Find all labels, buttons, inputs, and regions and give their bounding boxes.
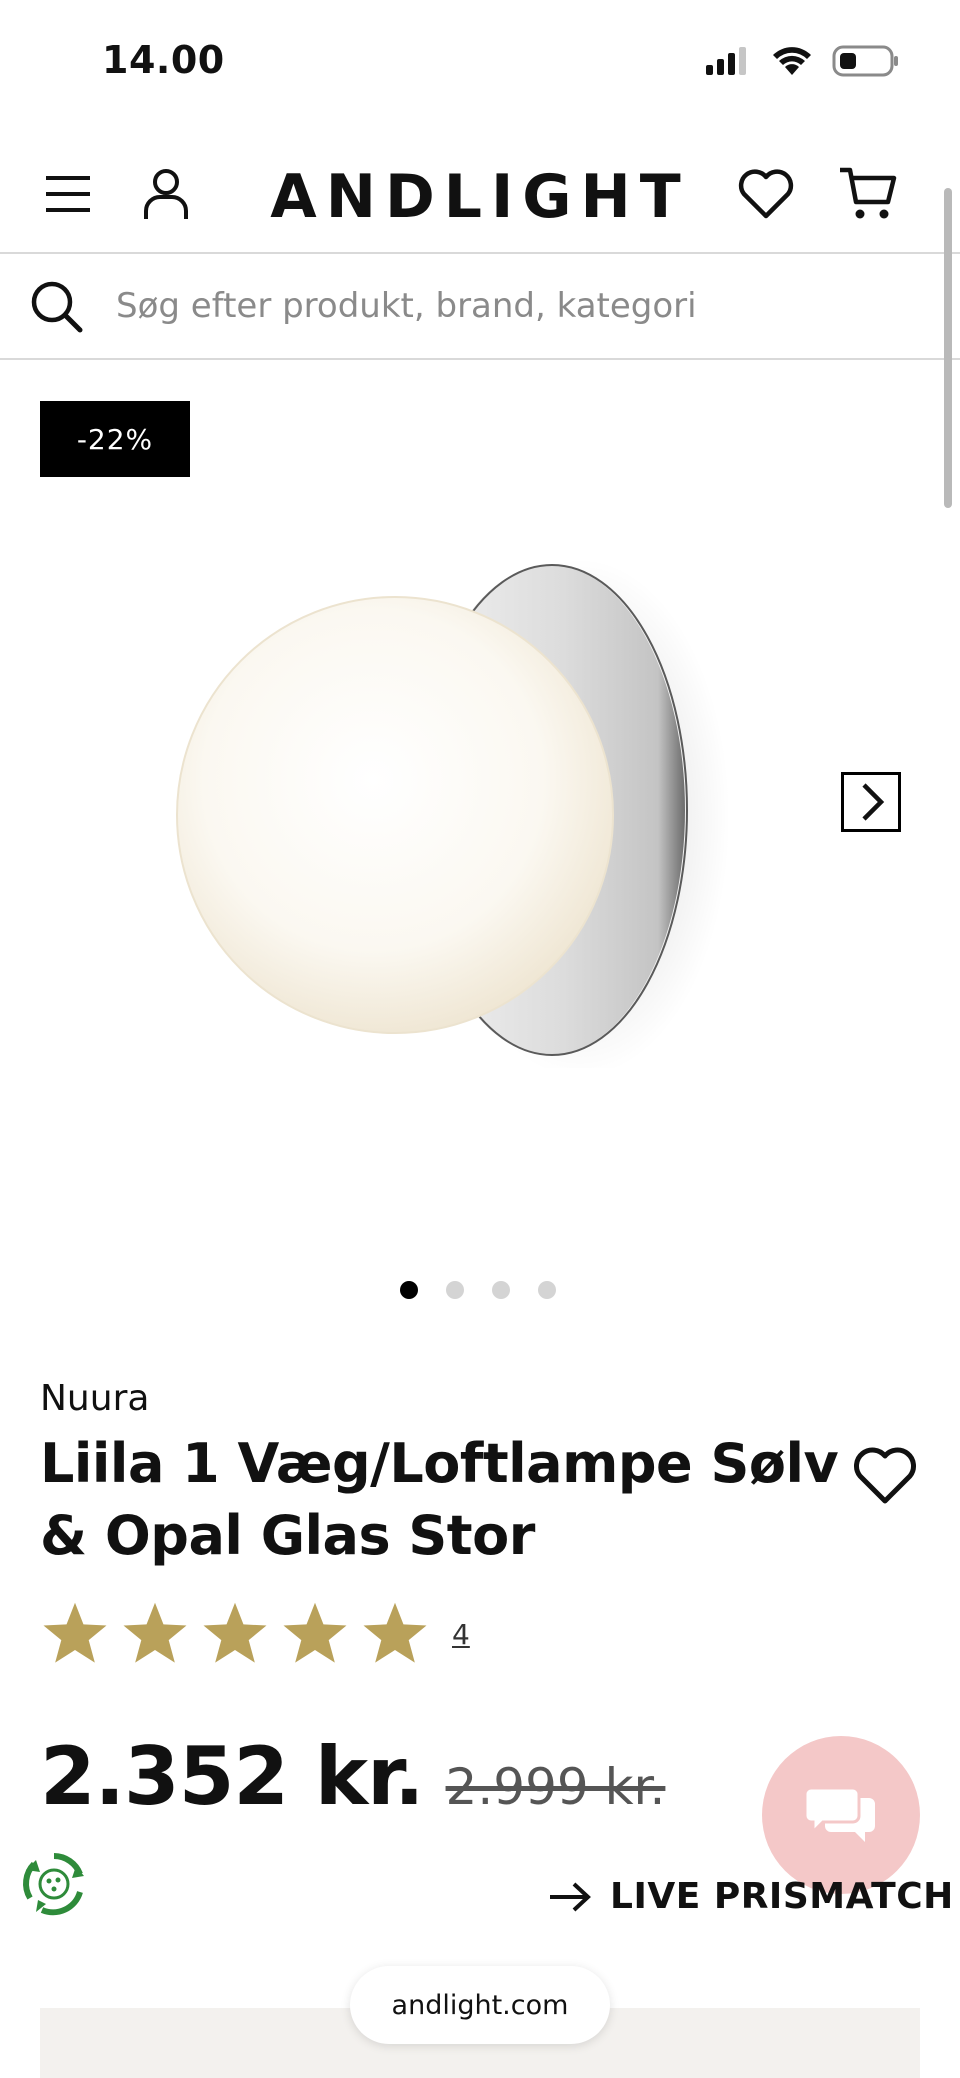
review-count-link[interactable]: 4 <box>452 1618 470 1651</box>
gallery-next-button[interactable] <box>841 772 901 832</box>
discount-badge: -22% <box>40 401 190 477</box>
site-header: ANDLIGHT <box>0 140 960 254</box>
gallery-dot[interactable] <box>492 1281 510 1299</box>
live-prismatch-label: LIVE PRISMATCH <box>610 1876 954 1917</box>
status-bar: 14.00 <box>0 0 960 128</box>
gallery-dot[interactable] <box>446 1281 464 1299</box>
gallery-dot[interactable] <box>538 1281 556 1299</box>
star-icon <box>203 1602 267 1663</box>
menu-button[interactable] <box>38 164 98 224</box>
battery-icon <box>832 45 898 77</box>
status-icons <box>704 44 900 78</box>
cellular-signal-icon <box>706 47 746 75</box>
heart-icon <box>738 169 794 219</box>
current-price: 2.352 kr. <box>40 1730 425 1823</box>
hamburger-menu-icon <box>46 176 90 212</box>
sustainability-recycle-icon[interactable] <box>18 1848 90 1920</box>
product-title: Liila 1 Væg/Loftlampe Sølv & Opal Glas S… <box>40 1432 839 1567</box>
site-logo[interactable]: ANDLIGHT <box>270 162 690 232</box>
chat-button[interactable] <box>762 1736 920 1894</box>
shopping-cart-icon <box>840 167 897 219</box>
wifi-icon <box>773 47 811 75</box>
product-image[interactable] <box>160 548 760 1068</box>
star-icon <box>363 1602 427 1663</box>
chat-bubbles-icon <box>803 1786 875 1842</box>
chevron-right-icon <box>862 783 885 821</box>
page-scrollbar[interactable] <box>944 188 952 508</box>
gallery-pagination <box>400 1281 556 1299</box>
account-button[interactable] <box>136 164 196 224</box>
search-bar <box>0 254 960 360</box>
status-time: 14.00 <box>102 38 225 82</box>
user-icon <box>144 169 188 219</box>
arrow-right-icon <box>550 1882 591 1911</box>
product-rating[interactable]: 4 <box>40 1600 470 1668</box>
browser-url-bar[interactable]: andlight.com <box>350 1966 610 2044</box>
star-icon <box>123 1602 187 1663</box>
star-icon <box>43 1602 107 1663</box>
star-icon <box>283 1602 347 1663</box>
original-price: 2.999 kr. <box>445 1758 666 1816</box>
rating-stars <box>40 1600 430 1668</box>
product-wishlist-heart-icon[interactable] <box>852 1446 918 1506</box>
cart-button[interactable] <box>838 164 898 224</box>
live-prismatch-link[interactable]: LIVE PRISMATCH <box>548 1876 954 1917</box>
search-input[interactable] <box>116 278 916 334</box>
search-icon[interactable] <box>30 280 84 334</box>
price-row: 2.352 kr. 2.999 kr. <box>40 1730 665 1823</box>
gallery-dot[interactable] <box>400 1281 418 1299</box>
wishlist-button[interactable] <box>736 164 796 224</box>
product-brand[interactable]: Nuura <box>40 1378 149 1419</box>
